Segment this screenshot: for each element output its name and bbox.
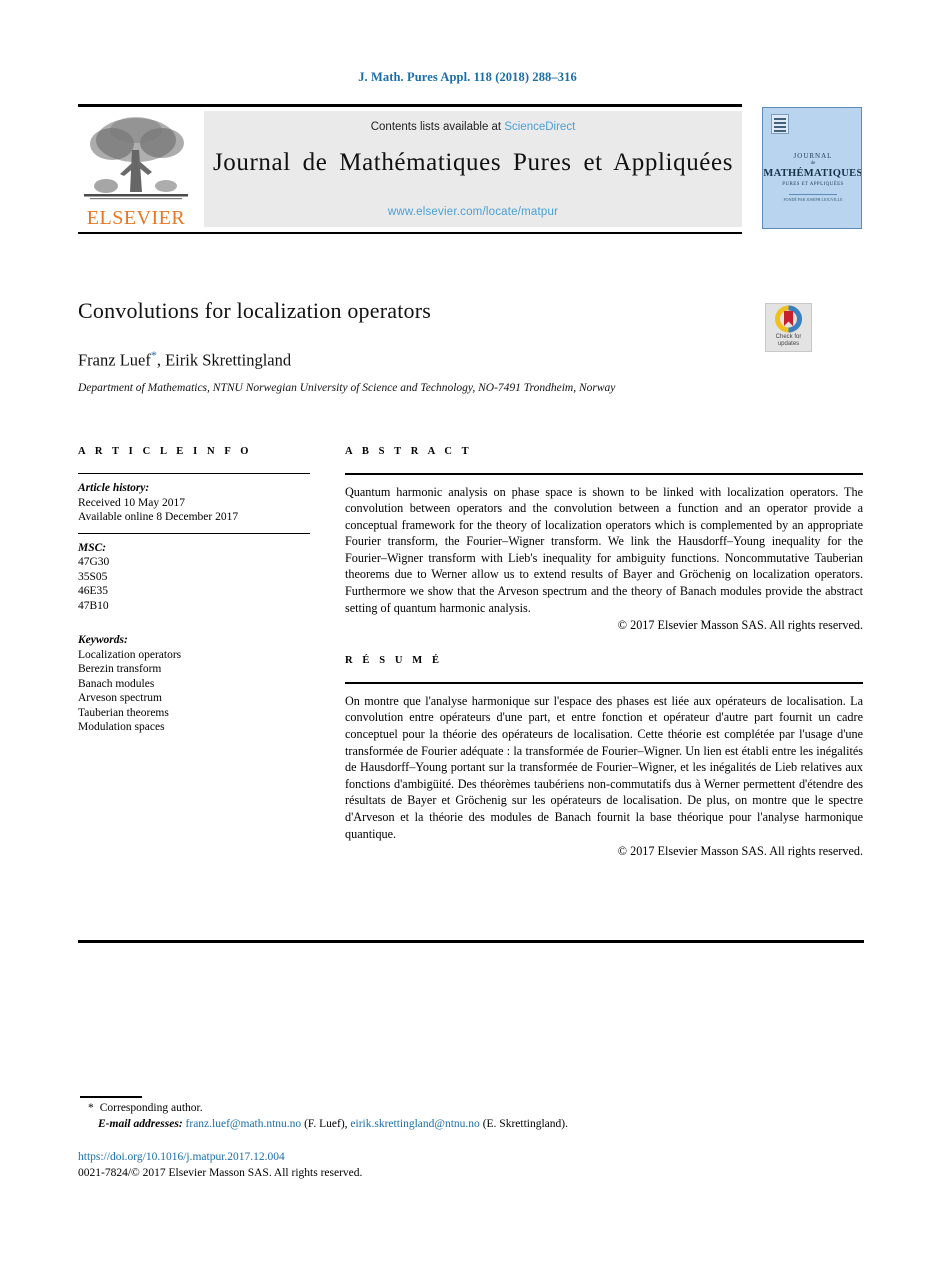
resume-text: On montre que l'analyse harmonique sur l… [345,693,863,841]
footnote-corresponding-author: * Corresponding author. [80,1100,860,1116]
keyword-item: Tauberian theorems [78,706,169,719]
crossmark-badge[interactable]: Check for updates [765,303,812,352]
keyword-item: Modulation spaces [78,721,165,733]
email-link-luef[interactable]: franz.luef@math.ntnu.no [186,1118,302,1130]
email-addresses-label: E-mail addresses: [98,1118,183,1130]
resume-heading: R É S U M É [345,655,443,667]
footnote-star-marker: * [88,1102,94,1114]
crossmark-line2: updates [777,341,800,347]
msc-code: 47B10 [78,599,109,612]
masthead-bottom-rule [78,232,742,234]
crossmark-icon [775,305,802,333]
contents-prefix: Contents lists available at [370,121,505,133]
cover-divider [789,194,837,195]
sciencedirect-banner: Contents lists available at ScienceDirec… [204,111,742,227]
cover-line-pures-appliquees: PURES ET APPLIQUÉES [782,182,844,187]
abstract-copyright: © 2017 Elsevier Masson SAS. All rights r… [617,618,863,633]
footnote-separator-rule [80,1096,142,1098]
author-rest: , Eirik Skrettingland [156,350,292,370]
elsevier-logo: ELSEVIER [80,110,192,230]
msc-code: 35S05 [78,570,108,583]
journal-title: Journal de Mathématiques Pures et Appliq… [212,149,734,176]
resume-copyright: © 2017 Elsevier Masson SAS. All rights r… [617,844,863,859]
footnote-corresponding-text: Corresponding author. [99,1102,203,1114]
masthead-top-rule [78,104,742,107]
footnote-emails: E-mail addresses: franz.luef@math.ntnu.n… [80,1116,860,1132]
abstract-text: Quantum harmonic analysis on phase space… [345,484,863,615]
journal-url-link[interactable]: www.elsevier.com/locate/matpur [204,206,742,218]
abstract-column: A B S T R A C T Quantum harmonic analysi… [345,446,863,859]
article-history-received: Received 10 May 2017 [78,496,185,509]
footnote-block: * Corresponding author. E-mail addresses:… [80,1100,860,1132]
keywords-block: Keywords: Localization operators Berezin… [78,621,310,735]
article-history-label: Article history: [78,482,150,494]
email-link-skrettingland[interactable]: eirik.skrettingland@ntnu.no [350,1118,479,1130]
section-end-rule [78,940,864,943]
msc-block: MSC: 47G30 35S05 46E35 47B10 [78,534,310,622]
article-history-block: Article history: Received 10 May 2017 Av… [78,474,310,533]
email-name-skrettingland: (E. Skrettingland). [479,1118,568,1130]
msc-code: 47G30 [78,556,110,568]
author-affiliation: Department of Mathematics, NTNU Norwegia… [78,382,616,394]
sciencedirect-link[interactable]: ScienceDirect [504,121,575,133]
article-history-online: Available online 8 December 2017 [78,511,239,523]
crossmark-line1: Check for [775,334,802,340]
keyword-item: Arveson spectrum [78,692,162,704]
keyword-item: Localization operators [78,648,182,661]
elsevier-wordmark: ELSEVIER [86,207,186,229]
cover-line-founder: FONDÉ PAR JOSEPH LIOUVILLE [783,197,843,202]
keywords-label: Keywords: [78,634,128,646]
abstract-heading: A B S T R A C T [345,446,473,457]
msc-code: 46E35 [78,585,109,597]
journal-cover-thumbnail[interactable]: JOURNAL de MATHÉMATIQUES PURES ET APPLIQ… [762,107,862,229]
author-list: Franz Luef*, Eirik Skrettingland [78,348,718,371]
cover-publisher-icon [771,114,789,134]
issn-copyright-line: 0021-7824/© 2017 Elsevier Masson SAS. Al… [78,1166,363,1179]
cover-line-mathematiques: MATHÉMATIQUES [763,168,862,179]
publication-meta: https://doi.org/10.1016/j.matpur.2017.12… [78,1150,858,1181]
doi-link[interactable]: https://doi.org/10.1016/j.matpur.2017.12… [78,1150,858,1166]
running-head-citation: J. Math. Pures Appl. 118 (2018) 288–316 [358,70,577,84]
article-info-column: A R T I C L E I N F O Article history: R… [78,446,310,735]
elsevier-tree-icon [84,117,188,200]
article-info-heading: A R T I C L E I N F O [78,446,253,457]
msc-label: MSC: [78,541,107,554]
author-first: Franz Luef [78,350,151,370]
crossmark-label: Check for updates [766,334,811,348]
cover-line-journal: JOURNAL [793,152,833,160]
cover-line-de: de [810,161,816,166]
email-name-luef: (F. Luef), [301,1118,351,1130]
contents-list-line: Contents lists available at ScienceDirec… [204,121,742,133]
article-first-page: J. Math. Pures Appl. 118 (2018) 288–316 … [0,0,935,1266]
page-title: Convolutions for localization operators [78,298,432,323]
keyword-item: Banach modules [78,677,155,690]
keyword-item: Berezin transform [78,663,162,675]
